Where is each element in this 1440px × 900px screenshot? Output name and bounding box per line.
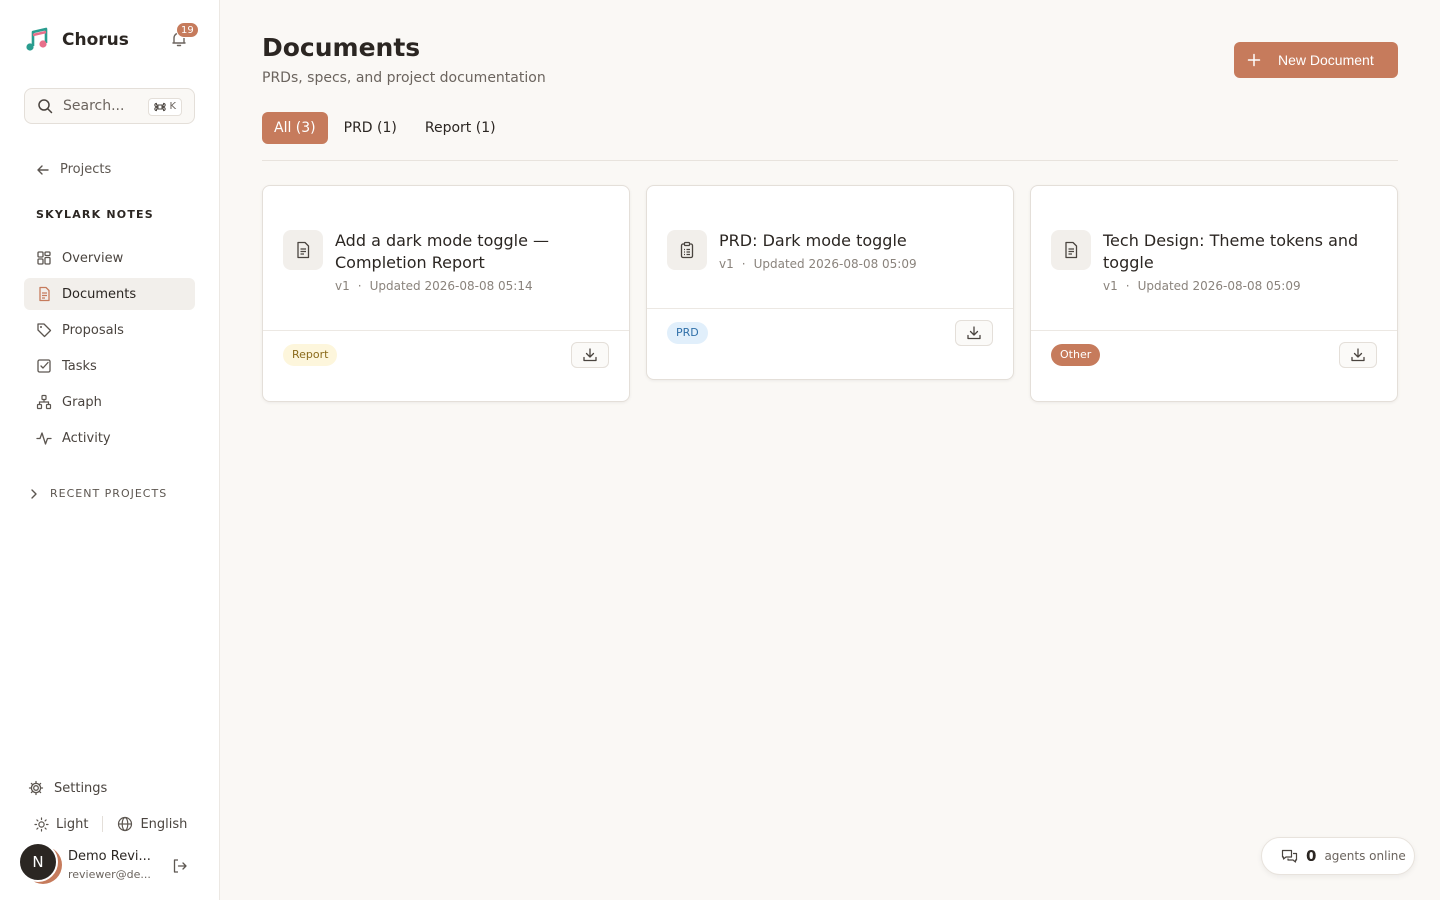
- back-to-projects[interactable]: Projects: [36, 162, 111, 177]
- tag-icon: [37, 323, 52, 338]
- document-version: v1: [1103, 279, 1118, 293]
- shortcut-key: K: [169, 101, 176, 112]
- settings-label: Settings: [54, 780, 108, 796]
- sun-icon: [34, 816, 49, 832]
- new-document-button[interactable]: New Document: [1234, 42, 1398, 78]
- globe-icon: [118, 816, 133, 832]
- type-badge: Report: [283, 344, 338, 366]
- chevron-right-icon: [31, 488, 37, 499]
- sidebar-item-label: Tasks: [62, 358, 97, 374]
- download-button[interactable]: [571, 342, 609, 368]
- logout-icon[interactable]: [172, 858, 188, 874]
- back-label: Projects: [60, 162, 112, 177]
- sidebar-item-tasks[interactable]: Tasks: [24, 350, 195, 382]
- recent-projects-label: RECENT PROJECTS: [50, 487, 168, 500]
- clipboard-icon: [667, 230, 707, 270]
- document-meta: v1 · Updated 2026-08-08 05:09: [719, 257, 917, 271]
- agents-count: 0: [1306, 847, 1317, 865]
- search-input[interactable]: Search... K: [24, 88, 195, 124]
- new-document-label: New Document: [1278, 52, 1374, 68]
- settings-link[interactable]: Settings: [28, 780, 107, 796]
- document-title: Add a dark mode toggle — Completion Repo…: [335, 231, 550, 272]
- download-icon: [583, 348, 597, 362]
- user-name: Demo Revi...: [68, 849, 151, 864]
- language-label: English: [140, 816, 188, 832]
- divider: [262, 160, 1398, 161]
- search-placeholder: Search...: [63, 98, 125, 114]
- music-note-icon: [26, 27, 48, 51]
- document-updated: Updated 2026-08-08 05:09: [753, 257, 917, 271]
- theme-label: Light: [56, 816, 89, 832]
- chat-icon: [1281, 849, 1298, 863]
- app-name: Chorus: [62, 30, 129, 50]
- document-card[interactable]: PRD: Dark mode toggle v1 · Updated 2026-08…: [646, 185, 1014, 380]
- tab-report[interactable]: Report (1): [413, 112, 508, 144]
- brand[interactable]: Chorus: [24, 26, 129, 54]
- tab-all[interactable]: All (3): [262, 112, 328, 144]
- project-nav: Overview Documents Proposals Tasks Graph…: [24, 242, 195, 458]
- document-version: v1: [335, 279, 350, 293]
- document-updated: Updated 2026-08-08 05:09: [1137, 279, 1301, 293]
- project-name: SKYLARK NOTES: [36, 208, 154, 221]
- language-select[interactable]: English: [117, 816, 187, 832]
- arrow-left-icon: [37, 164, 49, 175]
- page-title: Documents: [262, 33, 421, 62]
- type-badge: PRD: [667, 322, 708, 344]
- sidebar-item-label: Proposals: [62, 322, 124, 338]
- sidebar-item-activity[interactable]: Activity: [24, 422, 195, 454]
- checkbox-icon: [37, 359, 51, 373]
- sidebar-item-label: Documents: [62, 286, 137, 302]
- document-icon: [1051, 230, 1091, 270]
- gear-icon: [28, 780, 44, 796]
- shortcut-hint: K: [148, 98, 182, 116]
- sidebar-item-label: Activity: [62, 430, 111, 446]
- divider: [102, 816, 104, 832]
- grid-icon: [37, 251, 51, 265]
- download-icon: [1351, 348, 1365, 362]
- sidebar-item-label: Overview: [62, 250, 124, 266]
- document-card[interactable]: Add a dark mode toggle — Completion Repo…: [262, 185, 630, 402]
- plus-icon: [1247, 53, 1261, 67]
- type-badge: Other: [1051, 344, 1101, 366]
- agents-online-indicator[interactable]: 0 agents online: [1261, 837, 1415, 875]
- document-card[interactable]: Tech Design: Theme tokens and toggle v1 ·…: [1030, 185, 1398, 402]
- sidebar-item-documents[interactable]: Documents: [24, 278, 195, 310]
- document-icon: [39, 286, 50, 302]
- document-icon: [283, 230, 323, 270]
- document-version: v1: [719, 257, 734, 271]
- sidebar: Chorus 19 Search... K Projects SKYLARK N…: [0, 0, 220, 900]
- notification-badge: 19: [176, 22, 199, 38]
- document-filter-tabs: All (3) PRD (1) Report (1): [262, 112, 508, 144]
- search-icon: [38, 99, 53, 114]
- sidebar-item-label: Graph: [62, 394, 102, 410]
- agents-label: agents online: [1324, 849, 1406, 863]
- document-meta: v1 · Updated 2026-08-08 05:14: [335, 279, 533, 293]
- document-meta: v1 · Updated 2026-08-08 05:09: [1103, 279, 1301, 293]
- sidebar-item-overview[interactable]: Overview: [24, 242, 195, 274]
- recent-projects-toggle[interactable]: RECENT PROJECTS: [28, 487, 167, 500]
- download-button[interactable]: [1339, 342, 1377, 368]
- download-icon: [967, 326, 981, 340]
- sidebar-item-graph[interactable]: Graph: [24, 386, 195, 418]
- document-title: Tech Design: Theme tokens and toggle: [1103, 231, 1359, 272]
- preferences: Light English: [34, 816, 187, 832]
- page-subtitle: PRDs, specs, and project documentation: [262, 70, 546, 86]
- sidebar-item-proposals[interactable]: Proposals: [24, 314, 195, 346]
- theme-toggle[interactable]: Light: [34, 817, 88, 832]
- user-email: reviewer@de...: [68, 868, 151, 881]
- document-title: PRD: Dark mode toggle: [719, 231, 907, 250]
- tab-prd[interactable]: PRD (1): [332, 112, 409, 144]
- graph-icon: [36, 394, 52, 410]
- avatar: N: [18, 842, 58, 882]
- download-button[interactable]: [955, 320, 993, 346]
- document-updated: Updated 2026-08-08 05:14: [369, 279, 533, 293]
- activity-icon: [36, 432, 52, 445]
- command-key-icon: [154, 102, 167, 112]
- user-profile[interactable]: N Demo Revi... reviewer@de...: [18, 842, 198, 886]
